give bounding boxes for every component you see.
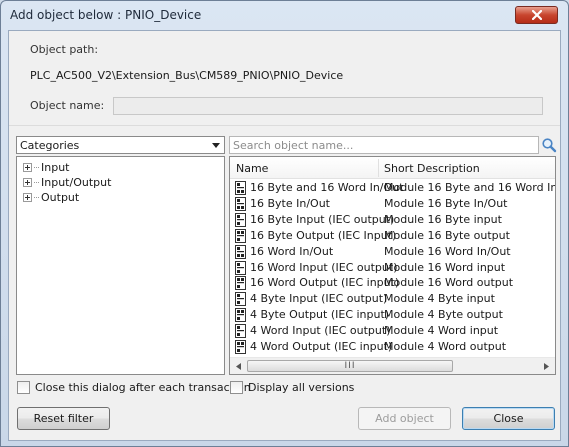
list-item[interactable]: 16 Word In/Out Module 16 Word In/Out xyxy=(230,244,555,260)
scroll-thumb[interactable]: III xyxy=(247,360,453,372)
dialog-window: Add object below : PNIO_Device Object pa… xyxy=(0,0,569,447)
list-item-name: 16 Word In/Out xyxy=(250,244,334,258)
list-item-name: 4 Byte Output (IEC input) xyxy=(250,308,390,322)
add-object-button[interactable]: Add object xyxy=(358,407,451,430)
horizontal-scrollbar[interactable]: III xyxy=(230,357,555,374)
close-after-transaction-label: Close this dialog after each transaction xyxy=(35,381,251,394)
io-module-icon xyxy=(235,196,246,211)
list-item-description: Module 4 Word input xyxy=(384,324,499,338)
search-icon[interactable] xyxy=(541,137,557,153)
list-item-name: 16 Byte In/Out xyxy=(250,196,330,210)
scroll-left-button[interactable] xyxy=(230,358,247,374)
list-item-name: 16 Byte and 16 Word In/Out xyxy=(250,181,404,194)
list-item[interactable]: 16 Byte In/Out Module 16 Byte In/Out xyxy=(230,196,555,212)
list-item-description: Module 16 Byte input xyxy=(384,212,502,226)
list-item-name: 4 Word Input (IEC output) xyxy=(250,324,391,338)
object-path-value: PLC_AC500_V2\Extension_Bus\CM589_PNIO\PN… xyxy=(30,69,344,82)
search-box xyxy=(229,136,539,154)
output-module-icon xyxy=(235,228,246,243)
list-item-description: Module 16 Word input xyxy=(384,260,506,274)
close-button[interactable]: Close xyxy=(462,407,555,430)
window-close-button[interactable] xyxy=(515,6,558,24)
list-item-name: 4 Byte Input (IEC output) xyxy=(250,292,388,306)
tree-item-label: Input xyxy=(41,160,70,174)
display-all-versions-label: Display all versions xyxy=(248,381,355,394)
output-module-icon xyxy=(235,276,246,291)
header-divider xyxy=(9,125,560,126)
output-module-icon xyxy=(235,308,246,323)
close-after-transaction-checkbox[interactable] xyxy=(17,381,30,394)
category-select-value: Categories xyxy=(20,139,80,152)
column-header-short-description[interactable]: Short Description xyxy=(384,162,480,175)
list-item-name: 16 Word Input (IEC output) xyxy=(250,260,398,274)
input-module-icon xyxy=(235,212,246,227)
list-item-description: Module 16 Byte In/Out xyxy=(384,196,508,210)
list-item[interactable]: 16 Byte Output (IEC Input) Module 16 Byte… xyxy=(230,228,555,244)
list-item[interactable]: 16 Byte Input (IEC output) Module 16 Byte… xyxy=(230,212,555,228)
close-icon xyxy=(531,10,542,20)
category-tree: Input Input/Output Output xyxy=(16,156,225,375)
list-item[interactable]: 16 Byte and 16 Word In/Out Module 16 Byte… xyxy=(230,180,555,196)
output-module-icon xyxy=(235,340,246,354)
tree-item-input[interactable]: Input xyxy=(23,160,69,174)
column-header-name[interactable]: Name xyxy=(236,162,268,175)
scroll-right-button[interactable] xyxy=(538,358,555,374)
category-select[interactable]: Categories xyxy=(16,136,225,154)
close-after-transaction-option[interactable]: Close this dialog after each transaction xyxy=(17,381,251,394)
list-item[interactable]: 4 Word Input (IEC output) Module 4 Word i… xyxy=(230,323,555,339)
io-module-icon xyxy=(235,244,246,259)
dialog-body: Object path: PLC_AC500_V2\Extension_Bus\… xyxy=(8,30,561,441)
object-name-field xyxy=(113,97,543,115)
io-module-icon xyxy=(235,181,246,195)
tree-item-output[interactable]: Output xyxy=(23,190,79,204)
list-item-name: 16 Byte Input (IEC output) xyxy=(250,212,395,226)
list-item-name: 16 Word Output (IEC input) xyxy=(250,276,400,290)
window-title: Add object below : PNIO_Device xyxy=(10,8,202,22)
object-list: Name Short Description 16 Byte and 16 Wo… xyxy=(229,156,556,375)
tree-connector xyxy=(34,166,39,168)
tree-connector xyxy=(34,181,39,183)
list-item-name: 16 Byte Output (IEC Input) xyxy=(250,228,397,242)
object-name-label: Object name: xyxy=(30,99,105,112)
column-divider[interactable] xyxy=(378,159,379,177)
list-item-description: Module 16 Byte and 16 Word In/Out xyxy=(384,181,555,194)
expand-icon[interactable] xyxy=(23,162,32,172)
list-item[interactable]: 4 Byte Output (IEC input) Module 4 Byte o… xyxy=(230,307,555,323)
list-item-description: Module 16 Word In/Out xyxy=(384,244,511,258)
tree-item-label: Output xyxy=(41,190,80,204)
scroll-grip: III xyxy=(344,361,356,371)
chevron-down-icon xyxy=(209,138,223,152)
input-module-icon xyxy=(235,260,246,275)
list-item-description: Module 4 Byte output xyxy=(384,308,503,322)
expand-icon[interactable] xyxy=(23,192,32,202)
list-item-name: 4 Word Output (IEC input) xyxy=(250,340,393,353)
input-module-icon xyxy=(235,324,246,339)
tree-item-label: Input/Output xyxy=(41,175,112,189)
tree-item-input-output[interactable]: Input/Output xyxy=(23,175,111,189)
title-bar[interactable]: Add object below : PNIO_Device xyxy=(1,1,568,29)
input-module-icon xyxy=(235,292,246,307)
list-item[interactable]: 16 Word Output (IEC input) Module 16 Word… xyxy=(230,275,555,291)
list-item[interactable]: 4 Byte Input (IEC output) Module 4 Byte i… xyxy=(230,291,555,307)
list-item-description: Module 4 Word output xyxy=(384,340,507,353)
list-header: Name Short Description xyxy=(230,157,555,179)
search-input[interactable] xyxy=(230,137,538,153)
list-item-description: Module 4 Byte input xyxy=(384,292,495,306)
list-item-description: Module 16 Word output xyxy=(384,276,514,290)
display-all-versions-option[interactable]: Display all versions xyxy=(230,381,354,394)
reset-filter-button[interactable]: Reset filter xyxy=(17,407,110,430)
chevron-left-icon xyxy=(236,363,241,370)
object-path-label: Object path: xyxy=(30,43,99,56)
display-all-versions-checkbox[interactable] xyxy=(230,381,243,394)
list-item[interactable]: 4 Word Output (IEC input) Module 4 Word o… xyxy=(230,339,555,355)
tree-connector xyxy=(34,196,39,198)
chevron-right-icon xyxy=(544,363,549,370)
list-item-description: Module 16 Byte output xyxy=(384,228,510,242)
object-info-panel: Object path: PLC_AC500_V2\Extension_Bus\… xyxy=(9,31,560,123)
list-item[interactable]: 16 Word Input (IEC output) Module 16 Word… xyxy=(230,260,555,276)
expand-icon[interactable] xyxy=(23,177,32,187)
